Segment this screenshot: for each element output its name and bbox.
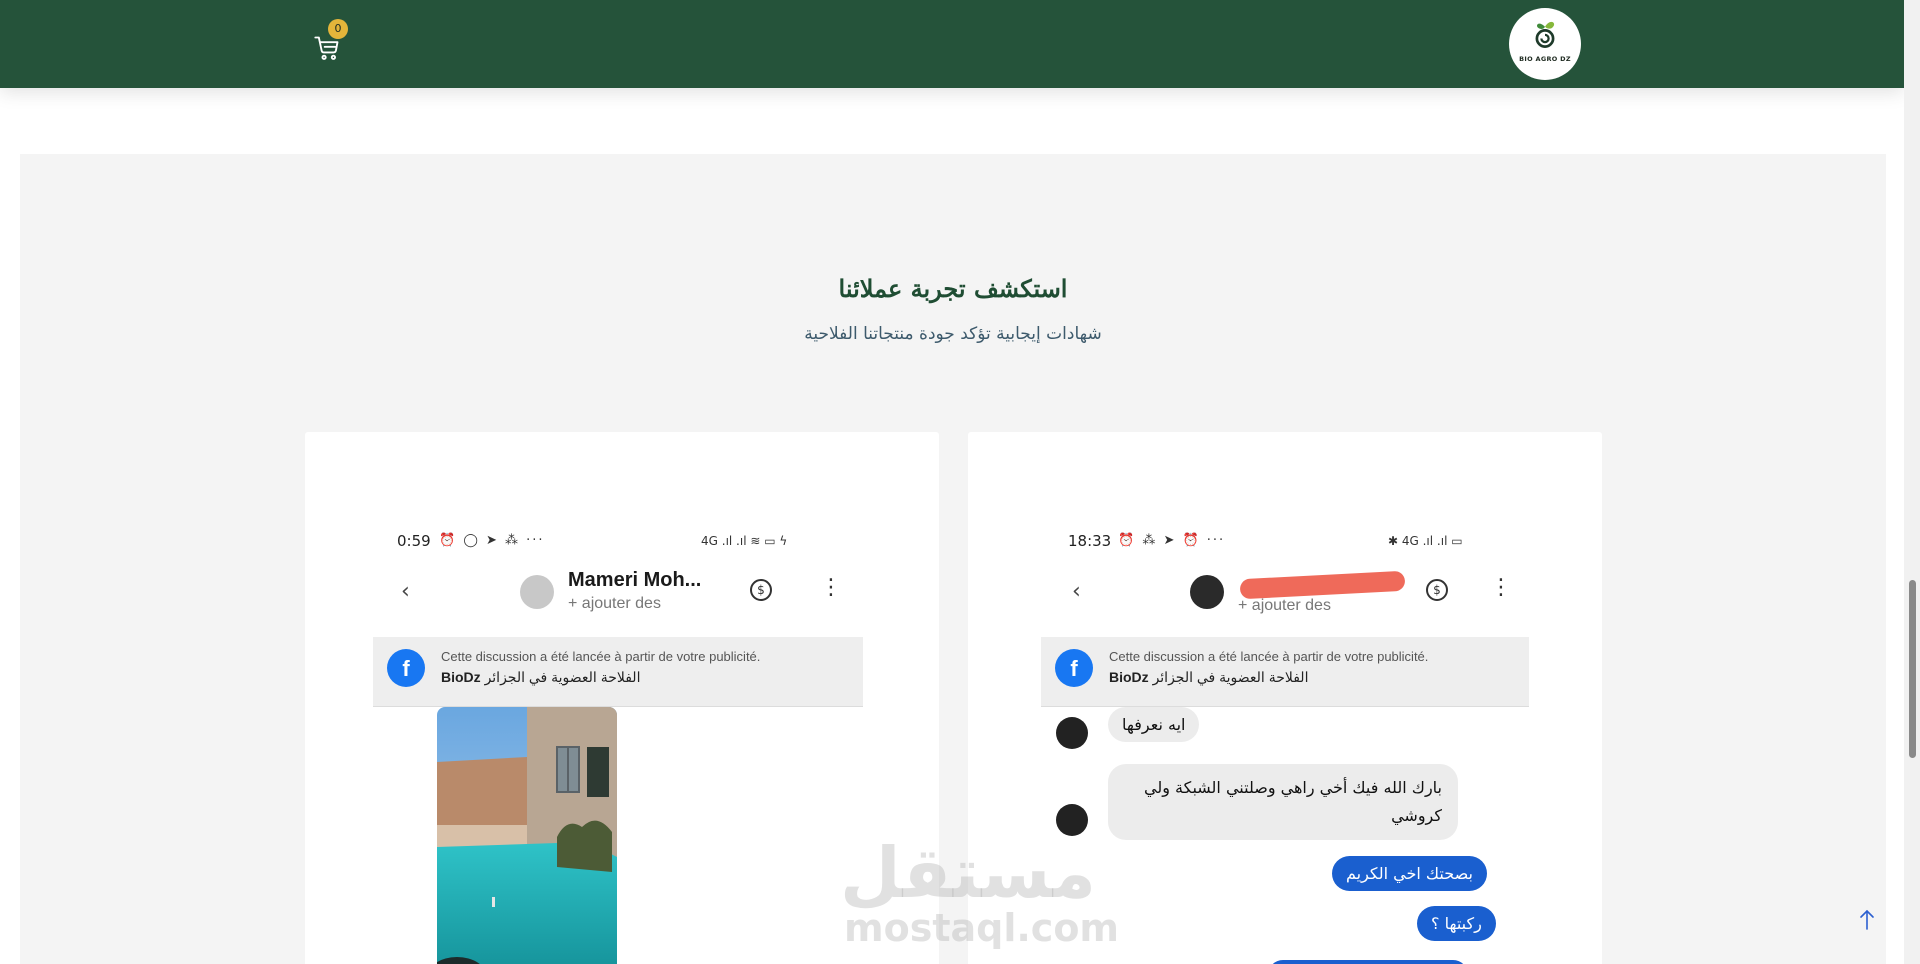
status-app-icons: ⏰ ◯ ➤ ⁂ ··· bbox=[439, 533, 545, 548]
contact-name: Mameri Moh... bbox=[568, 569, 702, 591]
brand-logo[interactable]: BIO AGRO DZ bbox=[1509, 8, 1581, 80]
watermark-logo: مستقل bbox=[840, 832, 1097, 914]
logo-text: BIO AGRO DZ bbox=[1519, 55, 1571, 63]
installation-photo bbox=[437, 707, 617, 964]
avatar bbox=[520, 575, 554, 609]
ad-notice-banner: f Cette discussion a été lancée à partir… bbox=[1041, 637, 1529, 707]
avatar bbox=[1190, 575, 1224, 609]
ad-page-name: الفلاحة العضوية في الجزائر bbox=[1152, 669, 1309, 685]
more-vertical-icon[interactable]: ⋮ bbox=[820, 575, 842, 600]
ad-notice-text: Cette discussion a été lancée à partir d… bbox=[441, 649, 761, 664]
scrollbar-thumb[interactable] bbox=[1909, 580, 1916, 758]
contact-subtitle: + ajouter des bbox=[568, 595, 661, 612]
back-chevron-icon[interactable]: ‹ bbox=[401, 579, 410, 604]
ad-brand-name: BioDz bbox=[441, 669, 481, 685]
message-bubble: بصحتك اخي الكريم bbox=[1332, 856, 1487, 891]
leaf-logo-icon bbox=[1535, 21, 1555, 48]
status-signal-icons: 4G .ıl .ıl ≋ ▭ ϟ bbox=[701, 534, 788, 548]
facebook-icon: f bbox=[1055, 649, 1093, 687]
arrow-up-icon bbox=[1860, 909, 1874, 930]
section-subtitle: شهادات إيجابية تؤكد جودة منتجاتنا الفلاح… bbox=[804, 324, 1102, 344]
dollar-icon[interactable]: $ bbox=[1426, 579, 1448, 601]
facebook-icon: f bbox=[387, 649, 425, 687]
chat-header: ‹ + ajouter des $ ⋮ bbox=[968, 567, 1602, 627]
message-bubble: ركبتها ؟ bbox=[1417, 906, 1496, 941]
ad-page-line: BioDz الفلاحة العضوية في الجزائر bbox=[441, 669, 640, 686]
page: 0 BIO AGRO DZ استكشف تجربة عملائنا شهادا… bbox=[0, 0, 1920, 964]
status-time: 18:33 bbox=[1068, 532, 1112, 550]
watermark-url: mostaql.com bbox=[844, 906, 1120, 950]
ad-notice-text: Cette discussion a été lancée à partir d… bbox=[1109, 649, 1429, 664]
contact-subtitle: + ajouter des bbox=[1238, 597, 1331, 614]
dollar-icon[interactable]: $ bbox=[750, 579, 772, 601]
ad-brand-name: BioDz bbox=[1109, 669, 1149, 685]
cart-count-badge: 0 bbox=[328, 19, 348, 39]
back-chevron-icon[interactable]: ‹ bbox=[1072, 579, 1081, 604]
ad-page-line: BioDz الفلاحة العضوية في الجزائر bbox=[1109, 669, 1308, 686]
back-to-top-button[interactable] bbox=[1852, 904, 1882, 934]
cart-button[interactable]: 0 bbox=[310, 19, 348, 64]
ad-page-name: الفلاحة العضوية في الجزائر bbox=[484, 669, 641, 685]
site-header: 0 BIO AGRO DZ bbox=[0, 0, 1904, 88]
scrollbar-track[interactable] bbox=[1904, 0, 1920, 964]
ad-notice-banner: f Cette discussion a été lancée à partir… bbox=[373, 637, 863, 707]
message-bubble-partial bbox=[1268, 960, 1468, 964]
avatar bbox=[1056, 717, 1088, 749]
status-signal-icons: ✱ 4G .ıl .ıl ▭ bbox=[1388, 534, 1463, 548]
more-vertical-icon[interactable]: ⋮ bbox=[1490, 575, 1512, 600]
status-time: 0:59 bbox=[397, 532, 431, 550]
phone-status-bar: 18:33 ⏰ ⁂ ➤ ⏰ ··· ✱ 4G .ıl .ıl ▭ bbox=[968, 532, 1602, 554]
chat-header: ‹ Mameri Moh... + ajouter des $ ⋮ bbox=[305, 567, 939, 627]
photo-illustration bbox=[437, 707, 617, 964]
message-bubble: ايه نعرفها bbox=[1108, 707, 1200, 742]
phone-status-bar: 0:59 ⏰ ◯ ➤ ⁂ ··· 4G .ıl .ıl ≋ ▭ ϟ bbox=[305, 532, 939, 554]
redacted-name bbox=[1239, 570, 1406, 600]
section-title: استكشف تجربة عملائنا bbox=[838, 274, 1068, 303]
status-app-icons: ⏰ ⁂ ➤ ⏰ ··· bbox=[1118, 533, 1226, 548]
message-bubble: بارك الله فيك أخي راهي وصلتني الشبكة ولي… bbox=[1108, 764, 1458, 840]
